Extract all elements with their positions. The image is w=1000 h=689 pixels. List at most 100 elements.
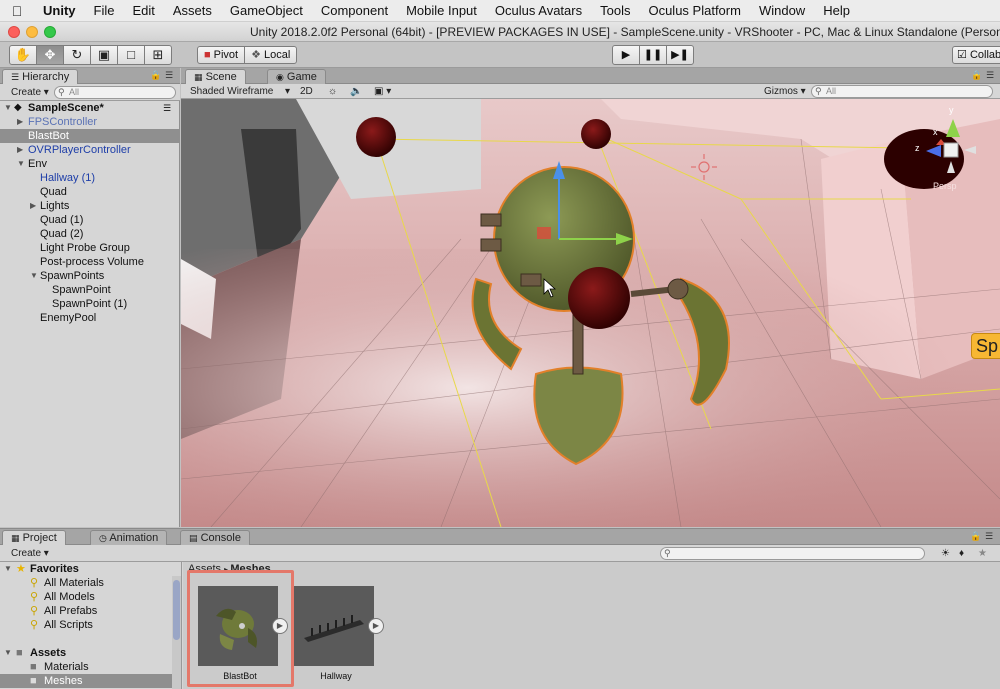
tab-animation[interactable]: ◷ Animation bbox=[90, 530, 168, 545]
hierarchy-item-blastbot[interactable]: BlastBot bbox=[0, 129, 180, 143]
tab-console[interactable]: ▤ Console bbox=[180, 530, 250, 545]
scrollbar-thumb[interactable] bbox=[173, 580, 180, 640]
hierarchy-item-spawnpoints[interactable]: ▼ SpawnPoints bbox=[0, 269, 180, 283]
collapse-arrow-icon[interactable]: ▼ bbox=[30, 269, 38, 283]
hierarchy-item-lights[interactable]: ▶ Lights bbox=[0, 199, 180, 213]
favorite-all-prefabs[interactable]: ⚲ All Prefabs bbox=[0, 604, 172, 618]
scene-render[interactable] bbox=[181, 99, 1000, 527]
lock-icon[interactable]: 🔒 bbox=[971, 70, 982, 81]
rotate-tool-button[interactable]: ↻ bbox=[63, 45, 91, 65]
hierarchy-item-fpscontroller[interactable]: ▶ FPSController bbox=[0, 115, 180, 129]
pause-button[interactable]: ❚❚ bbox=[639, 45, 667, 65]
effects-dropdown[interactable]: ▣ ▾ bbox=[371, 85, 394, 98]
menu-window[interactable]: Window bbox=[750, 3, 814, 18]
hierarchy-item-quad-1[interactable]: Quad (1) bbox=[0, 213, 180, 227]
search-icon: ⚲ bbox=[30, 577, 39, 589]
menu-mobile-input[interactable]: Mobile Input bbox=[397, 3, 486, 18]
hand-tool-button[interactable]: ✋ bbox=[9, 45, 37, 65]
expand-arrow-icon[interactable]: ▶ bbox=[17, 115, 23, 129]
collab-button[interactable]: ☑ Collab bbox=[952, 46, 1000, 64]
hierarchy-item-quad-2[interactable]: Quad (2) bbox=[0, 227, 180, 241]
menu-help[interactable]: Help bbox=[814, 3, 859, 18]
minimize-window-button[interactable] bbox=[26, 26, 38, 38]
favorite-search-button[interactable]: ★ bbox=[975, 547, 990, 560]
panel-menu-icon[interactable]: ☰ bbox=[165, 70, 173, 81]
hierarchy-create-dropdown[interactable]: Create ▾ bbox=[8, 86, 52, 99]
draw-mode-dropdown[interactable]: Shaded Wireframe ▾ bbox=[187, 85, 292, 98]
tab-scene[interactable]: ▦ Scene bbox=[185, 69, 246, 84]
tab-hierarchy[interactable]: ☰ Hierarchy bbox=[2, 69, 79, 84]
step-button[interactable]: ▶❚ bbox=[666, 45, 694, 65]
menu-file[interactable]: File bbox=[85, 3, 124, 18]
menu-app-unity[interactable]: Unity bbox=[34, 3, 85, 18]
favorite-all-models[interactable]: ⚲ All Models bbox=[0, 590, 172, 604]
asset-thumbnail[interactable] bbox=[294, 586, 374, 666]
hierarchy-search-input[interactable]: ⚲ All bbox=[54, 86, 176, 99]
collapse-arrow-icon[interactable]: ▼ bbox=[4, 562, 12, 576]
transform-tool-button[interactable]: ⊞ bbox=[144, 45, 172, 65]
panel-menu-icon[interactable]: ☰ bbox=[986, 70, 994, 81]
tab-game[interactable]: ◉ Game bbox=[267, 69, 326, 84]
menu-assets[interactable]: Assets bbox=[164, 3, 221, 18]
gizmos-dropdown[interactable]: Gizmos ▾ bbox=[761, 85, 809, 98]
scene-menu-icon[interactable]: ☰ bbox=[163, 101, 171, 115]
scene-root-row[interactable]: ▼ ◆ SampleScene* ☰ bbox=[0, 101, 180, 115]
local-toggle[interactable]: ❖ Local bbox=[244, 46, 298, 64]
menu-edit[interactable]: Edit bbox=[123, 3, 163, 18]
folder-tree-scrollbar[interactable] bbox=[172, 576, 181, 689]
expand-arrow-icon[interactable]: ▶ bbox=[30, 199, 36, 213]
rect-tool-button[interactable]: □ bbox=[117, 45, 145, 65]
scene-search-input[interactable]: ⚲ All bbox=[811, 85, 993, 98]
hierarchy-item-quad[interactable]: Quad bbox=[0, 185, 180, 199]
menu-component[interactable]: Component bbox=[312, 3, 397, 18]
lock-icon[interactable]: 🔒 bbox=[970, 531, 981, 542]
pivot-toggle[interactable]: ■ Pivot bbox=[197, 46, 246, 64]
favorites-header[interactable]: ▼ ★ Favorites bbox=[0, 562, 172, 576]
hierarchy-item-light-probe-group[interactable]: Light Probe Group bbox=[0, 241, 180, 255]
hierarchy-item-hallway-1[interactable]: Hallway (1) bbox=[0, 171, 180, 185]
search-by-label-button[interactable]: ♦ bbox=[956, 547, 967, 560]
tab-scene-label: Scene bbox=[205, 71, 237, 83]
expand-asset-button[interactable]: ▶ bbox=[368, 618, 384, 634]
toggle-2d-button[interactable]: 2D bbox=[297, 85, 316, 98]
move-tool-button[interactable]: ✥ bbox=[36, 45, 64, 65]
hierarchy-item-enemypool[interactable]: EnemyPool bbox=[0, 311, 180, 325]
favorite-all-materials[interactable]: ⚲ All Materials bbox=[0, 576, 172, 590]
menu-tools[interactable]: Tools bbox=[591, 3, 639, 18]
apple-icon[interactable]:  bbox=[0, 3, 34, 19]
collapse-arrow-icon[interactable]: ▼ bbox=[17, 157, 25, 171]
projection-label[interactable]: Persp bbox=[933, 181, 957, 191]
close-window-button[interactable] bbox=[8, 26, 20, 38]
asset-hallway[interactable]: Hallway bbox=[294, 586, 378, 681]
menu-gameobject[interactable]: GameObject bbox=[221, 3, 312, 18]
folder-icon: ▦ bbox=[11, 533, 20, 543]
project-create-dropdown[interactable]: Create ▾ bbox=[8, 547, 52, 560]
tag-icon: ♦ bbox=[959, 548, 965, 559]
hierarchy-item-ovrplayercontroller[interactable]: ▶ OVRPlayerController bbox=[0, 143, 180, 157]
hierarchy-item-spawnpoint-1[interactable]: SpawnPoint (1) bbox=[0, 297, 180, 311]
lighting-toggle[interactable]: ☼ bbox=[325, 85, 340, 98]
maximize-window-button[interactable] bbox=[44, 26, 56, 38]
scale-tool-button[interactable]: ▣ bbox=[90, 45, 118, 65]
step-icon: ▶❚ bbox=[671, 49, 689, 61]
hierarchy-item-env[interactable]: ▼ Env bbox=[0, 157, 180, 171]
menu-oculus-platform[interactable]: Oculus Platform bbox=[639, 3, 749, 18]
favorite-all-scripts[interactable]: ⚲ All Scripts bbox=[0, 618, 172, 632]
menu-oculus-avatars[interactable]: Oculus Avatars bbox=[486, 3, 591, 18]
project-search-input[interactable]: ⚲ bbox=[660, 547, 925, 560]
search-by-type-button[interactable]: ☀ bbox=[938, 547, 953, 560]
expand-arrow-icon[interactable]: ▼ bbox=[4, 101, 12, 115]
audio-toggle[interactable]: 🔈 bbox=[347, 85, 365, 98]
panel-menu-icon[interactable]: ☰ bbox=[985, 531, 993, 542]
collapse-arrow-icon[interactable]: ▼ bbox=[4, 646, 12, 660]
hierarchy-item-post-process-volume[interactable]: Post-process Volume bbox=[0, 255, 180, 269]
hierarchy-item-spawnpoint[interactable]: SpawnPoint bbox=[0, 283, 180, 297]
assets-header[interactable]: ▼ ■ Assets bbox=[0, 646, 172, 660]
play-button[interactable]: ▶ bbox=[612, 45, 640, 65]
scene-viewport[interactable]: y x z Persp Sp bbox=[181, 99, 1000, 527]
tab-project[interactable]: ▦ Project bbox=[2, 530, 66, 545]
lock-icon[interactable]: 🔒 bbox=[150, 70, 161, 81]
folder-meshes[interactable]: ■ Meshes bbox=[0, 674, 172, 688]
expand-arrow-icon[interactable]: ▶ bbox=[17, 143, 23, 157]
folder-materials[interactable]: ■ Materials bbox=[0, 660, 172, 674]
